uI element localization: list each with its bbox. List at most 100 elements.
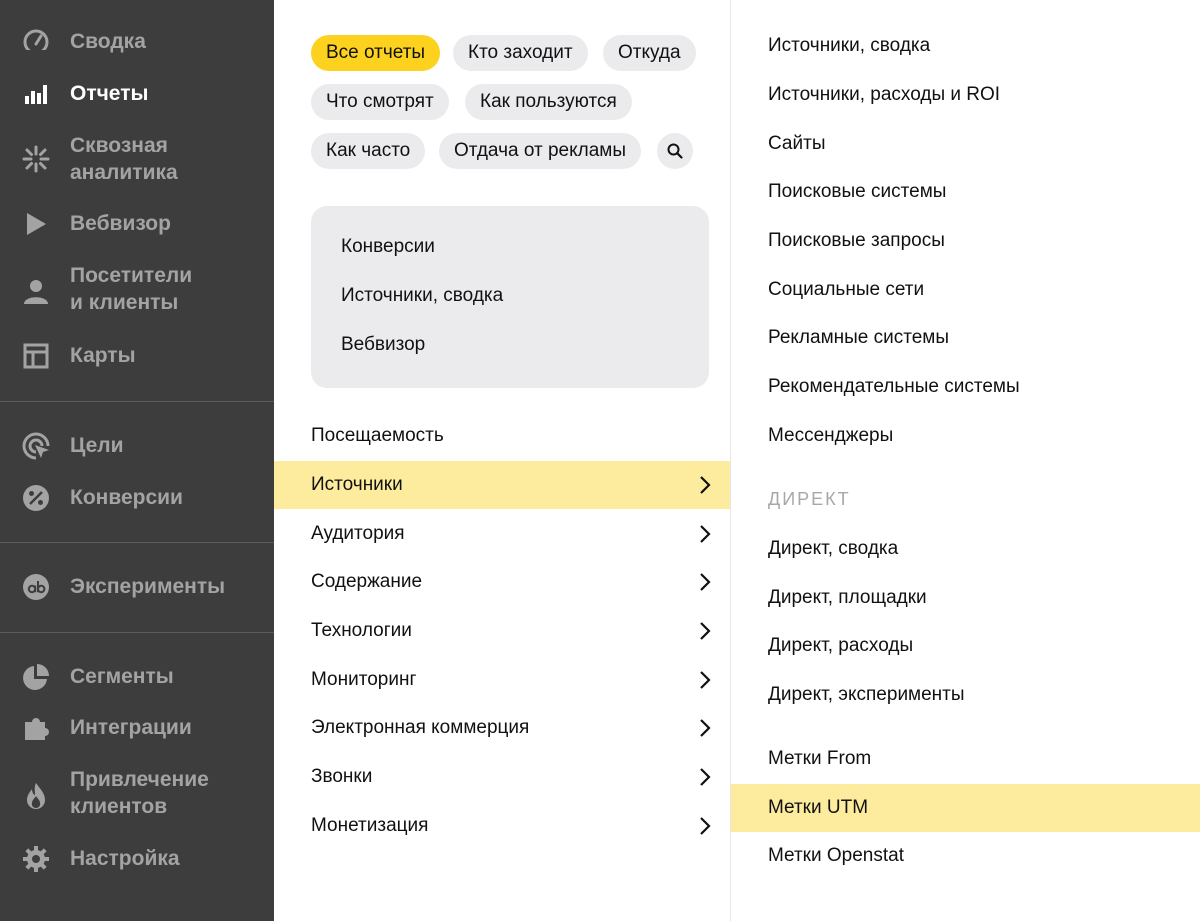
bar-chart-icon — [22, 80, 50, 108]
report-label: Рекламные системы — [768, 327, 950, 348]
sidebar-item-maps[interactable]: Карты — [0, 342, 274, 370]
report-label: Директ, расходы — [768, 635, 914, 656]
report-item[interactable]: Метки From — [731, 735, 1200, 783]
sidebar-item-label: Сводка — [70, 30, 146, 53]
chevron-right-icon — [700, 768, 711, 786]
snowflake-icon — [22, 145, 50, 173]
favorite-item[interactable]: Вебвизор — [341, 334, 425, 356]
chip-where-from[interactable]: Откуда — [603, 35, 696, 71]
puzzle-icon — [22, 714, 50, 742]
sidebar-item-label: Эксперименты — [70, 575, 226, 598]
chip-who-visits[interactable]: Кто заходит — [453, 35, 588, 71]
category-label: Посещаемость — [311, 425, 444, 446]
sidebar-item-goals[interactable]: Цели — [0, 432, 274, 460]
report-item[interactable]: Директ, эксперименты — [731, 671, 1200, 719]
report-label: Сайты — [768, 133, 826, 154]
chevron-right-icon — [700, 525, 711, 543]
category-ecommerce[interactable]: Электронная коммерция — [274, 704, 730, 752]
report-item[interactable]: Источники, расходы и ROI — [731, 71, 1200, 119]
category-label: Монетизация — [311, 815, 429, 836]
sidebar-item-reports[interactable]: Отчеты — [0, 80, 274, 108]
category-label: Электронная коммерция — [311, 717, 530, 738]
sidebar: Сводка Отчеты Сквозная аналитика Вебвизо… — [0, 0, 274, 921]
category-monetization[interactable]: Монетизация — [274, 802, 730, 850]
report-item[interactable]: Сайты — [731, 120, 1200, 168]
report-item[interactable]: Социальные сети — [731, 266, 1200, 314]
chevron-right-icon — [700, 671, 711, 689]
category-technologies[interactable]: Технологии — [274, 607, 730, 655]
report-item[interactable]: Директ, площадки — [731, 574, 1200, 622]
category-calls[interactable]: Звонки — [274, 753, 730, 801]
sidebar-item-label: Конверсии — [70, 486, 183, 509]
section-header-direct: ДИРЕКТ — [768, 489, 851, 509]
category-label: Мониторинг — [311, 669, 417, 690]
sidebar-item-label: Отчеты — [70, 82, 149, 105]
category-audience[interactable]: Аудитория — [274, 510, 730, 558]
sidebar-item-segments[interactable]: Сегменты — [0, 663, 274, 691]
category-content[interactable]: Содержание — [274, 558, 730, 606]
search-button[interactable] — [657, 133, 693, 169]
search-icon — [666, 142, 684, 160]
sidebar-item-label: Привлечение клиентов — [70, 768, 209, 818]
chevron-right-icon — [700, 622, 711, 640]
sidebar-item-label: Вебвизор — [70, 212, 171, 235]
report-item[interactable]: Рекомендательные системы — [731, 363, 1200, 411]
sidebar-item-client-acquisition[interactable]: Привлечение клиентов — [0, 766, 274, 820]
sidebar-divider — [0, 401, 274, 402]
chip-how-often[interactable]: Как часто — [311, 133, 426, 169]
sidebar-item-end-to-end-analytics[interactable]: Сквозная аналитика — [0, 132, 274, 186]
layout-icon — [22, 342, 50, 370]
sidebar-item-label: Карты — [70, 344, 136, 367]
sidebar-item-summary[interactable]: Сводка — [0, 28, 274, 56]
target-cursor-icon — [22, 432, 50, 460]
report-label: Мессенджеры — [768, 425, 894, 446]
report-label: Социальные сети — [768, 279, 925, 300]
category-label: Содержание — [311, 571, 423, 592]
report-label: Поисковые запросы — [768, 230, 945, 251]
sidebar-item-label: Сквозная аналитика — [70, 134, 178, 184]
sidebar-item-label: Интеграции — [70, 716, 192, 739]
chevron-right-icon — [700, 573, 711, 591]
report-item[interactable]: Мессенджеры — [731, 412, 1200, 460]
gear-icon — [22, 845, 50, 873]
report-item[interactable]: Поисковые системы — [731, 168, 1200, 216]
report-item[interactable]: Источники, сводка — [731, 22, 1200, 70]
favorite-item[interactable]: Источники, сводка — [341, 285, 503, 307]
category-label: Звонки — [311, 766, 373, 787]
play-icon — [22, 210, 50, 238]
pie-chart-icon — [22, 663, 50, 691]
category-monitoring[interactable]: Мониторинг — [274, 656, 730, 704]
sidebar-item-settings[interactable]: Настройка — [0, 845, 274, 873]
category-sources[interactable]: Источники — [274, 461, 730, 509]
sidebar-item-conversions[interactable]: Конверсии — [0, 484, 274, 512]
chip-what-they-view[interactable]: Что смотрят — [311, 84, 449, 120]
chevron-right-icon — [700, 817, 711, 835]
report-label: Рекомендательные системы — [768, 376, 1020, 397]
sidebar-item-integrations[interactable]: Интеграции — [0, 714, 274, 742]
gauge-icon — [22, 28, 50, 56]
report-label: Метки Openstat — [768, 845, 904, 866]
report-item[interactable]: Директ, расходы — [731, 622, 1200, 670]
sidebar-item-webvisor[interactable]: Вебвизор — [0, 210, 274, 238]
category-label: Технологии — [311, 620, 412, 641]
sidebar-item-visitors[interactable]: Посетители и клиенты — [0, 262, 274, 316]
report-label: Метки From — [768, 748, 872, 769]
user-icon — [22, 277, 50, 305]
category-label: Аудитория — [311, 523, 405, 544]
chevron-right-icon — [700, 719, 711, 737]
percent-icon — [22, 484, 50, 512]
sidebar-item-label: Настройка — [70, 847, 180, 870]
chip-ad-return[interactable]: Отдача от рекламы — [439, 133, 641, 169]
chip-how-they-use[interactable]: Как пользуются — [465, 84, 632, 120]
report-item[interactable]: Рекламные системы — [731, 314, 1200, 362]
sidebar-item-experiments[interactable]: Эксперименты — [0, 573, 274, 601]
sidebar-divider — [0, 632, 274, 633]
favorite-item[interactable]: Конверсии — [341, 236, 435, 258]
report-item[interactable]: Метки Openstat — [731, 832, 1200, 880]
category-attendance[interactable]: Посещаемость — [274, 412, 730, 460]
report-item[interactable]: Директ, сводка — [731, 525, 1200, 573]
report-item[interactable]: Поисковые запросы — [731, 217, 1200, 265]
report-item-selected[interactable]: Метки UTM — [731, 784, 1200, 832]
favorites-panel: Конверсии Источники, сводка Вебвизор — [311, 206, 709, 388]
chip-all-reports[interactable]: Все отчеты — [311, 35, 441, 71]
